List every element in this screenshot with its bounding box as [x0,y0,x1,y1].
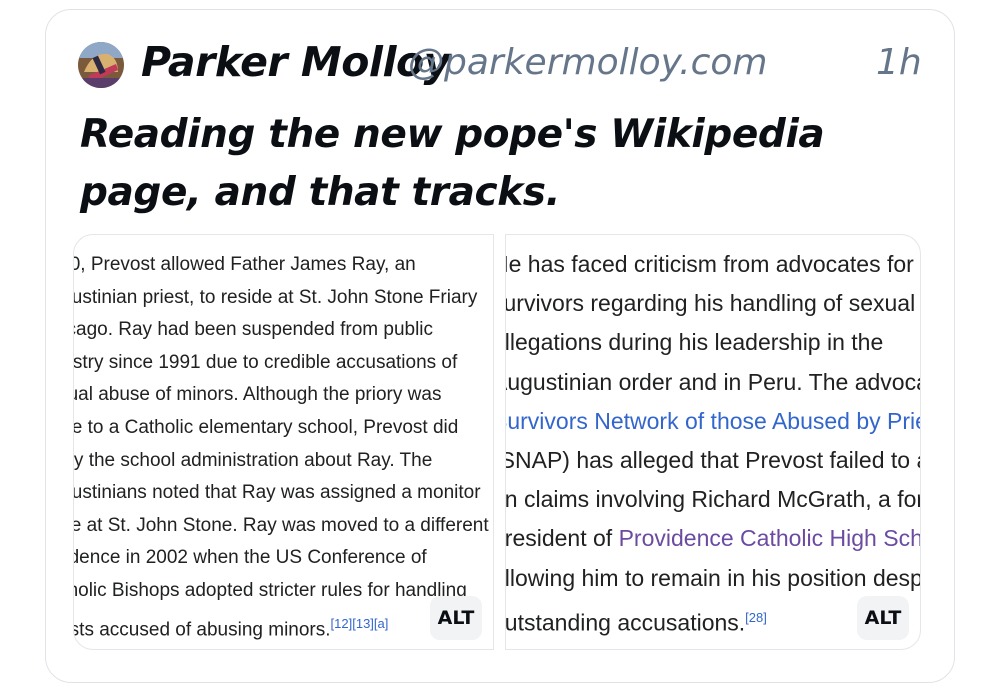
image-text-line: Chicago. Ray had been suspended from pub… [73,319,434,341]
avatar[interactable] [78,42,124,88]
image-text-line: on claims involving Richard McGrath, a f… [505,486,920,513]
image-text-line: (SNAP) has alleged that Prevost failed t… [506,446,920,473]
image-text-line: Augustinian order and in Peru. The advoc… [506,368,920,395]
image-right-text: He has faced criticism from advocates fo… [505,245,921,637]
post-timestamp[interactable]: 1h [876,42,922,83]
avatar-photo-icon [78,42,124,88]
image-text-line-last: priests accused of abusing minors.[12][1… [74,608,489,641]
image-text-line: notify the school administration about R… [73,449,433,471]
snap-link: Survivors Network of those Abused by Pri… [506,407,920,434]
image-text: priests accused of abusing minors. [74,618,331,640]
image-text-line: while at St. John Stone. Ray was moved t… [73,514,489,536]
author-name[interactable]: Parker Molloy [141,38,450,86]
image-text-line: Augustinians noted that Ray was assigned… [73,482,481,504]
image-left[interactable]: 2000, Prevost allowed Father James Ray, … [73,234,494,650]
author-handle[interactable]: @parkermolloy.com [408,42,767,83]
alt-text-button[interactable]: ALT [430,596,482,640]
image-text-line: Catholic Bishops adopted stricter rules … [73,579,467,601]
reference-link: [12][13][a] [330,615,389,631]
image-text-line: allowing him to remain in his position d… [505,564,921,591]
reference-link: [28] [745,609,767,625]
image-text-line: sexual abuse of minors. Although the pri… [73,384,442,406]
image-text-line: Augustinian priest, to reside at St. Joh… [73,286,478,308]
school-link: Providence Catholic High School [618,525,921,552]
post-text: Reading the new pope's Wikipedia page, a… [80,112,825,215]
alt-text-button[interactable]: ALT [857,596,909,640]
image-left-text: 2000, Prevost allowed Father James Ray, … [73,249,489,641]
image-right[interactable]: He has faced criticism from advocates fo… [505,234,921,650]
image-text: outstanding accusations. [505,609,746,636]
image-text-line: close to a Catholic elementary school, P… [73,416,459,438]
image-text-line: survivors regarding his handling of sexu… [505,290,916,317]
image-text: president of [505,525,613,552]
image-text-line: ministry since 1991 due to credible accu… [73,351,458,373]
image-text-line-with-link: president of Providence Catholic High Sc… [505,519,921,558]
image-text-line: He has faced criticism from advocates fo… [505,251,914,277]
image-text-line: residence in 2002 when the US Conference… [73,547,427,569]
image-text-line: allegations during his leadership in the [505,329,884,356]
image-text-line: 2000, Prevost allowed Father James Ray, … [73,254,416,275]
